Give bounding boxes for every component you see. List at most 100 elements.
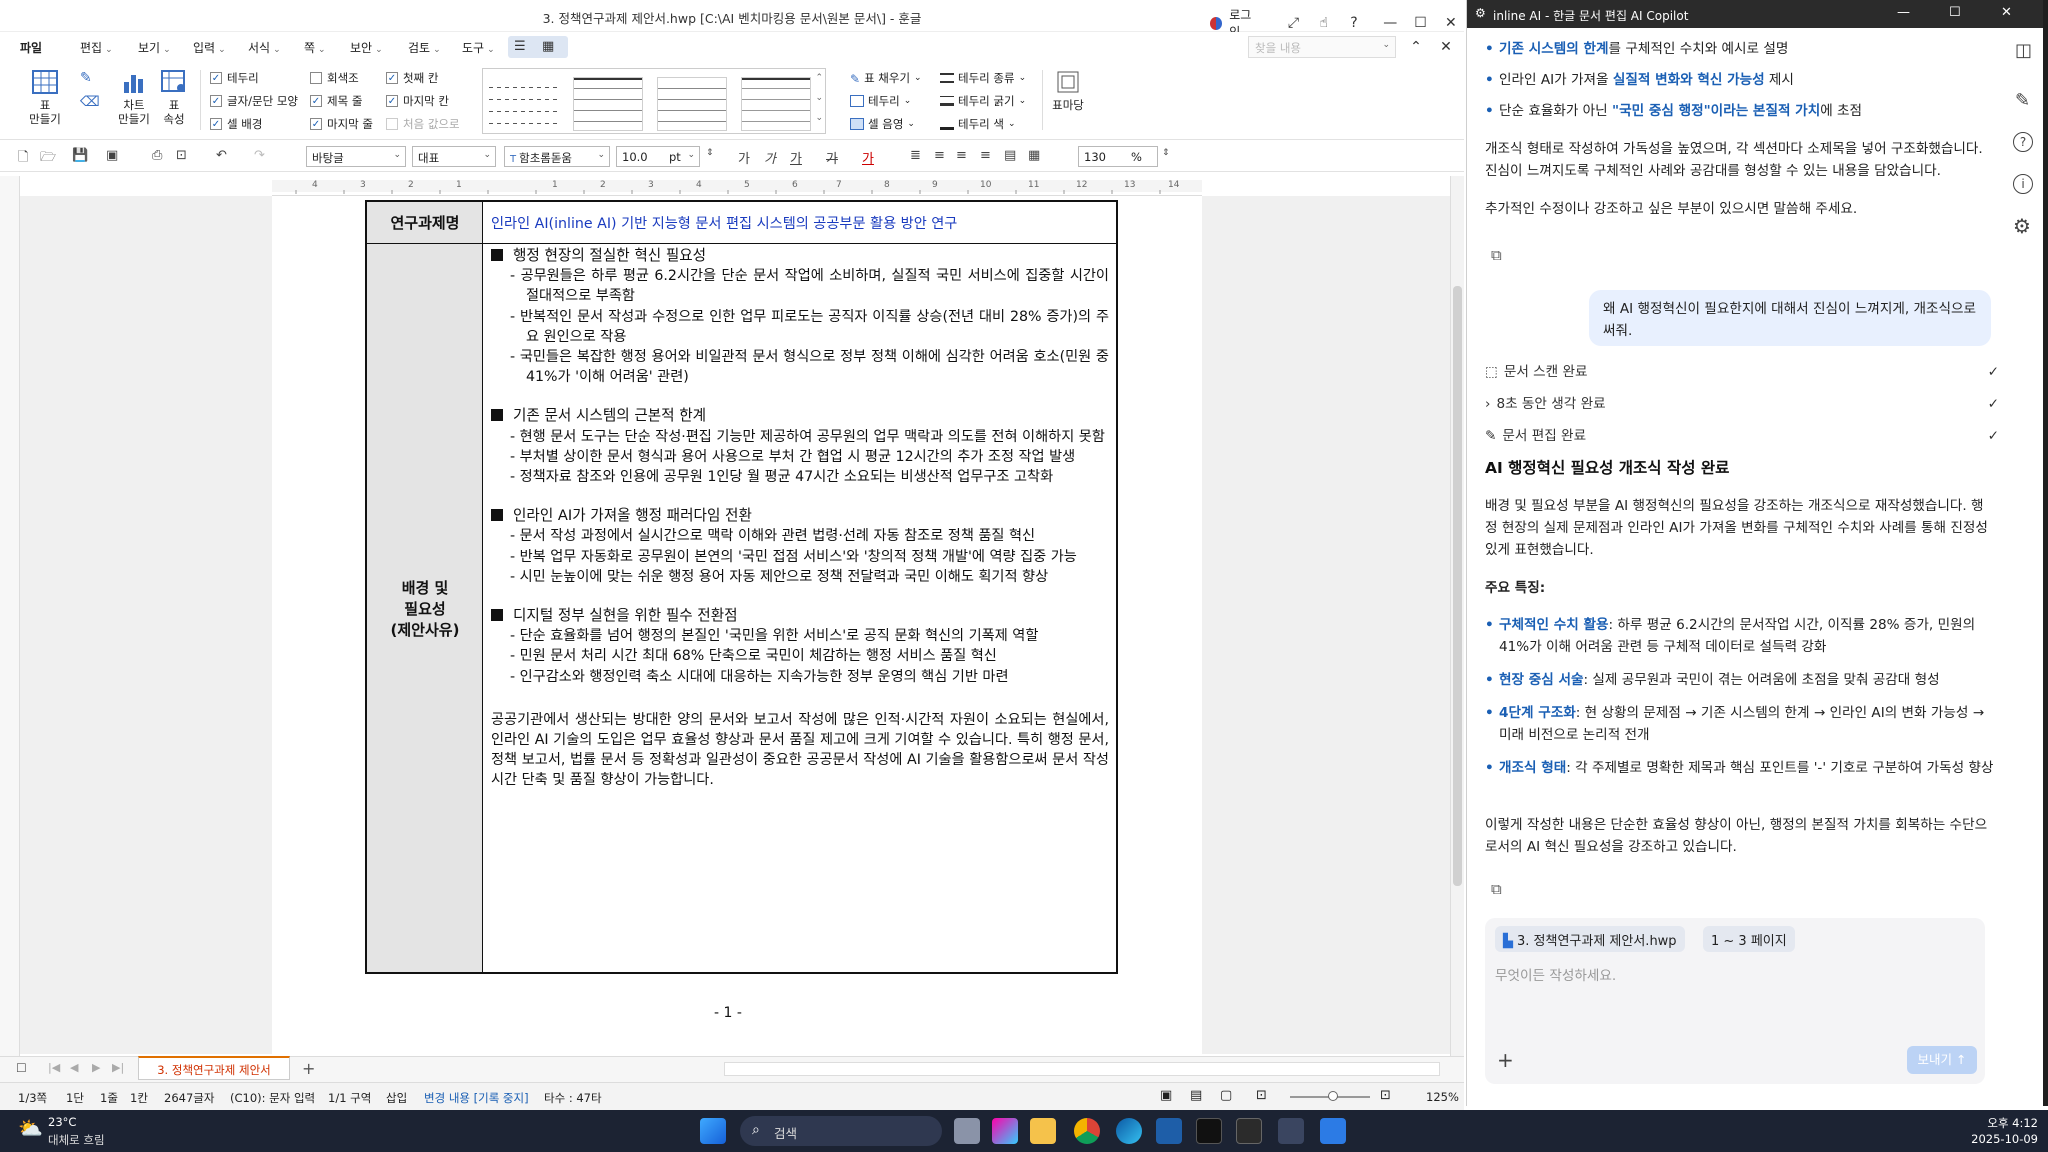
weather-temp[interactable]: 23°C bbox=[48, 1115, 76, 1129]
help-icon[interactable]: ? bbox=[1341, 12, 1367, 34]
menu-security[interactable]: 보안 ⌄ bbox=[350, 39, 383, 56]
header-value[interactable]: 인라인 AI(inline AI) 기반 지능형 문서 편집 시스템의 공공부문… bbox=[491, 213, 957, 233]
style-combo[interactable]: 바탕글 ⌄ bbox=[306, 146, 406, 167]
taskbar-search[interactable]: ⌕ 검색 bbox=[740, 1116, 942, 1146]
tab-prev-icon[interactable]: ◀ bbox=[70, 1061, 78, 1074]
send-button[interactable]: 보내기 ↑ bbox=[1907, 1046, 1977, 1074]
new-doc-icon[interactable]: 🗋 bbox=[18, 148, 28, 170]
menu-file[interactable]: 파일 bbox=[20, 39, 42, 56]
edit-icon[interactable]: ✎ bbox=[2015, 90, 2030, 111]
check-grayscale[interactable]: 회색조 bbox=[310, 70, 359, 86]
fill-table-button[interactable]: ✎ 표 채우기 ⌄ bbox=[850, 70, 922, 86]
settings-icon[interactable]: ⚙ bbox=[2013, 214, 2031, 238]
login-icon[interactable] bbox=[1210, 16, 1223, 30]
font-color-icon[interactable]: 가 bbox=[862, 148, 874, 167]
zoom-stepper-icon[interactable]: ⇕ bbox=[1162, 148, 1170, 158]
align-justify-icon[interactable]: ≣ bbox=[910, 148, 921, 163]
table-style-3[interactable] bbox=[657, 77, 727, 131]
minimize-button[interactable]: — bbox=[1377, 12, 1403, 34]
check-first-col[interactable]: ✓ 첫째 칸 bbox=[386, 70, 438, 86]
view-normal-icon[interactable]: ▣ bbox=[1160, 1088, 1172, 1103]
check-reset[interactable]: 처음 값으로 bbox=[386, 116, 460, 132]
weather-icon[interactable]: ⛅ bbox=[18, 1116, 43, 1140]
hand-icon[interactable]: ☝ bbox=[1311, 12, 1337, 34]
help-circle-icon[interactable]: ? bbox=[2013, 132, 2033, 152]
table-style-1[interactable] bbox=[489, 77, 559, 131]
info-icon[interactable]: i bbox=[2013, 174, 2033, 194]
print-icon[interactable]: ⎙ bbox=[152, 148, 162, 163]
check-header-row[interactable]: ✓ 제목 줄 bbox=[310, 93, 362, 109]
status-insert[interactable]: 삽입 bbox=[386, 1090, 407, 1106]
check-last-row[interactable]: ✓ 마지막 줄 bbox=[310, 116, 373, 132]
clock-date[interactable]: 2025-10-09 bbox=[1900, 1132, 2038, 1146]
check-cell-bg[interactable]: ✓ 셀 배경 bbox=[210, 116, 262, 132]
gallery-up-icon[interactable]: ⌃ bbox=[815, 73, 823, 83]
copilot-app-icon[interactable] bbox=[992, 1118, 1018, 1144]
weather-desc[interactable]: 대체로 흐림 bbox=[48, 1132, 105, 1148]
status-track-changes[interactable]: 변경 내용 [기록 중지] bbox=[424, 1090, 529, 1106]
table-make-button[interactable]: 표 만들기 bbox=[22, 70, 68, 126]
hwp-app-icon[interactable] bbox=[1320, 1118, 1346, 1144]
autosave-icon[interactable]: ▣ bbox=[106, 148, 118, 163]
horizontal-scrollbar[interactable] bbox=[724, 1062, 1440, 1076]
table-style-4[interactable] bbox=[741, 77, 811, 131]
remote-desktop-icon[interactable] bbox=[1156, 1118, 1182, 1144]
save-icon[interactable]: 💾 bbox=[72, 148, 88, 163]
align-left-icon[interactable]: ≡ bbox=[934, 148, 945, 163]
zoom-combo[interactable]: 130% bbox=[1078, 146, 1158, 167]
add-attachment-icon[interactable]: + bbox=[1497, 1048, 1514, 1072]
menu-edit[interactable]: 편집 ⌄ bbox=[80, 39, 113, 56]
table-context-tab[interactable]: ☰ ▦ bbox=[508, 36, 568, 58]
undo-icon[interactable]: ↶ bbox=[216, 148, 227, 163]
open-icon[interactable]: 🗁 bbox=[40, 148, 56, 170]
view-full-icon[interactable]: ▢ bbox=[1220, 1088, 1232, 1103]
zoom-fit-icon[interactable]: ⊡ bbox=[1256, 1088, 1267, 1103]
status-page[interactable]: 1/3쪽 bbox=[18, 1090, 47, 1106]
zoom-slider-thumb[interactable] bbox=[1328, 1091, 1338, 1101]
terminal-icon[interactable] bbox=[1236, 1118, 1262, 1144]
align-distribute-icon[interactable]: ▤ bbox=[1004, 148, 1016, 163]
chat-input-box[interactable]: ▙ 3. 정책연구과제 제안서.hwp 1 ~ 3 페이지 무엇이든 작성하세요.… bbox=[1485, 918, 1985, 1084]
zoom-slider[interactable] bbox=[1290, 1091, 1370, 1101]
bold-icon[interactable]: 가 bbox=[738, 148, 750, 167]
chat-input[interactable]: 무엇이든 작성하세요. bbox=[1495, 964, 1616, 984]
underline-icon[interactable]: 가 bbox=[790, 148, 802, 167]
cp-close-button[interactable]: ✕ bbox=[2001, 5, 2012, 20]
check-char-para[interactable]: ✓ 글자/문단 모양 bbox=[210, 93, 298, 109]
check-border[interactable]: ✓ 테두리 bbox=[210, 70, 259, 86]
eraser-icon[interactable]: ⌫ bbox=[80, 94, 100, 110]
status-zoom[interactable]: 125% bbox=[1426, 1090, 1459, 1104]
ribbon-collapse-icon[interactable]: ⌃ bbox=[1402, 36, 1430, 58]
maximize-button[interactable]: ☐ bbox=[1407, 12, 1433, 34]
cp-minimize-button[interactable]: — bbox=[1897, 5, 1910, 20]
align-center-icon[interactable]: ≡ bbox=[956, 148, 967, 163]
search-input[interactable]: 찾을 내용 ⌄ bbox=[1248, 36, 1396, 58]
align-divide-icon[interactable]: ▦ bbox=[1028, 148, 1040, 163]
italic-icon[interactable]: 가 bbox=[764, 148, 776, 167]
menu-format[interactable]: 서식 ⌄ bbox=[248, 39, 281, 56]
strikethrough-icon[interactable]: 가 bbox=[826, 148, 838, 167]
tab-next-icon[interactable]: ▶ bbox=[92, 1061, 100, 1074]
zoom-page-icon[interactable]: ⊡ bbox=[1380, 1088, 1391, 1103]
font-combo[interactable]: T 함초롬돋움 ⌄ bbox=[504, 146, 610, 167]
align-right-icon[interactable]: ≡ bbox=[980, 148, 991, 163]
vertical-scrollbar[interactable] bbox=[1450, 176, 1464, 1056]
check-last-col[interactable]: ✓ 마지막 칸 bbox=[386, 93, 449, 109]
copy-icon[interactable]: ⧉ bbox=[1491, 244, 1502, 266]
tab-last-icon[interactable]: ▶| bbox=[112, 1061, 124, 1074]
start-icon[interactable] bbox=[700, 1118, 726, 1144]
clock-time[interactable]: 오후 4:12 bbox=[1900, 1115, 2038, 1131]
menu-insert[interactable]: 입력 ⌄ bbox=[193, 39, 226, 56]
step-think[interactable]: › 8초 동안 생각 완료 ✓ bbox=[1485, 393, 1999, 415]
chart-make-button[interactable]: 차트 만들기 bbox=[114, 70, 154, 126]
cp-maximize-button[interactable]: ☐ bbox=[1949, 5, 1961, 20]
menu-tools[interactable]: 도구 ⌄ bbox=[462, 39, 495, 56]
panel-toggle-icon[interactable]: ◫ bbox=[2015, 40, 2032, 61]
border-width-button[interactable]: 테두리 굵기 ⌄ bbox=[940, 93, 1026, 109]
lang-combo[interactable]: 대표 ⌄ bbox=[412, 146, 496, 167]
table-margin-button[interactable]: 표마당 bbox=[1050, 70, 1086, 112]
table-style-2[interactable] bbox=[573, 77, 643, 131]
file-explorer-icon[interactable] bbox=[1030, 1118, 1056, 1144]
app-icon[interactable] bbox=[1196, 1118, 1222, 1144]
border-button[interactable]: 테두리 ⌄ bbox=[850, 93, 911, 109]
